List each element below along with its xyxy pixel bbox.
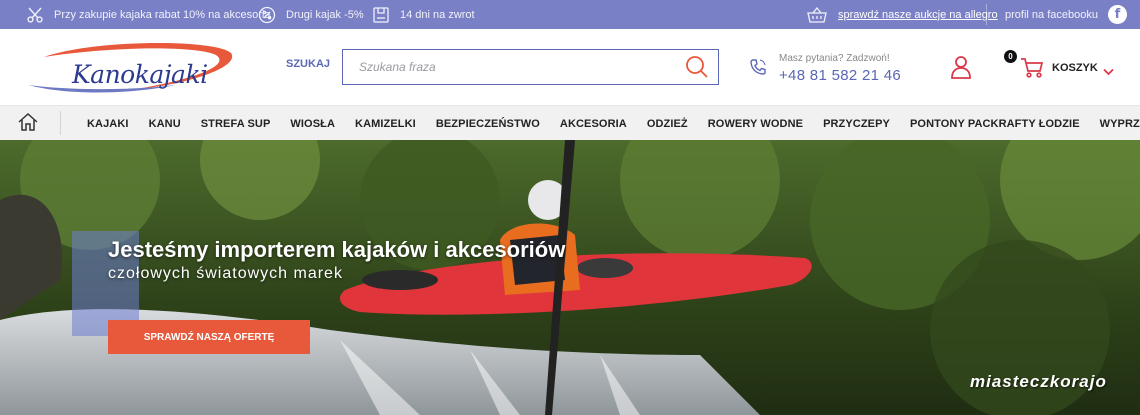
phone-icon [749, 58, 767, 81]
search-button[interactable] [684, 54, 710, 80]
top-info-bar: Przy zakupie kajaka rabat 10% na akcesor… [0, 0, 1140, 29]
allegro-link[interactable]: sprawdź nasze aukcje na allegro [806, 0, 998, 29]
phone-number[interactable]: +48 81 582 21 46 [779, 67, 901, 84]
promo-discount: Przy zakupie kajaka rabat 10% na akcesor… [26, 0, 270, 29]
promo-discount-text: Przy zakupie kajaka rabat 10% na akcesor… [54, 8, 271, 21]
scissors-icon [26, 6, 44, 24]
nav-item-kanu[interactable]: KANU [139, 118, 191, 130]
nav-item-akcesoria[interactable]: AKCESORIA [550, 118, 637, 130]
cart-label: KOSZYK [1052, 62, 1098, 74]
hero-title: Jesteśmy importerem kajaków i akcesoriów [108, 237, 566, 262]
promo-return: 14 dni na zwrot [372, 0, 475, 29]
return-box-icon [372, 6, 390, 24]
main-nav: KAJAKI KANU STREFA SUP WIOSŁA KAMIZELKI … [0, 105, 1140, 140]
site-logo[interactable]: Kanokajaki [26, 41, 236, 97]
facebook-label[interactable]: profil na facebooku [1005, 9, 1098, 21]
promo-second: Drugi kajak -5% [258, 0, 364, 29]
nav-item-strefa-sup[interactable]: STREFA SUP [191, 118, 281, 130]
hero-subtitle: czołowych światowych marek [108, 265, 343, 282]
nav-divider [60, 111, 61, 135]
facebook-link[interactable]: profil na facebooku f [1005, 0, 1127, 29]
nav-item-wiosla[interactable]: WIOSŁA [280, 118, 345, 130]
topbar-divider [986, 4, 987, 25]
search-icon [686, 56, 708, 78]
watermark-text: miasteczkorajo [970, 372, 1107, 391]
search-input[interactable] [343, 50, 673, 84]
nav-item-bezpieczenstwo[interactable]: BEZPIECZEŃSTWO [426, 118, 550, 130]
facebook-icon[interactable]: f [1107, 5, 1127, 24]
logo-text: Kanokajaki [72, 60, 208, 89]
nav-item-kamizelki[interactable]: KAMIZELKI [345, 118, 426, 130]
chevron-down-icon[interactable] [1103, 63, 1114, 81]
nav-item-rowery-wodne[interactable]: ROWERY WODNE [698, 118, 813, 130]
search-label: SZUKAJ [286, 58, 331, 70]
cart-count-badge: 0 [1004, 50, 1017, 63]
contact-question: Masz pytania? Zadzwoń! [779, 53, 890, 64]
cart-button[interactable]: 0 KOSZYK [1004, 49, 1124, 85]
nav-item-przyczepy[interactable]: PRZYCZEPY [813, 118, 900, 130]
nav-item-wyprzedaze[interactable]: WYPRZEDAŻE [1090, 118, 1140, 130]
hero-banner: Jesteśmy importerem kajaków i akcesoriów… [0, 140, 1140, 415]
site-header: Kanokajaki SZUKAJ Masz pytania? Zadzwoń!… [0, 29, 1140, 105]
allegro-link-text[interactable]: sprawdź nasze aukcje na allegro [838, 9, 998, 21]
search-box [342, 49, 719, 85]
user-icon[interactable] [949, 55, 973, 84]
home-icon[interactable] [18, 112, 38, 136]
nav-menu: KAJAKI KANU STREFA SUP WIOSŁA KAMIZELKI … [77, 106, 1140, 141]
nav-item-pontony[interactable]: PONTONY PACKRAFTY ŁODZIE [900, 118, 1090, 130]
promo-second-text: Drugi kajak -5% [286, 8, 364, 21]
promo-return-text: 14 dni na zwrot [400, 8, 475, 21]
cart-icon [1020, 57, 1044, 84]
percent-icon [258, 6, 276, 24]
nav-item-kajaki[interactable]: KAJAKI [77, 118, 139, 130]
nav-item-odziez[interactable]: ODZIEŻ [637, 118, 698, 130]
basket-icon [806, 6, 828, 24]
hero-offer-button[interactable]: SPRAWDŹ NASZĄ OFERTĘ [108, 320, 310, 354]
